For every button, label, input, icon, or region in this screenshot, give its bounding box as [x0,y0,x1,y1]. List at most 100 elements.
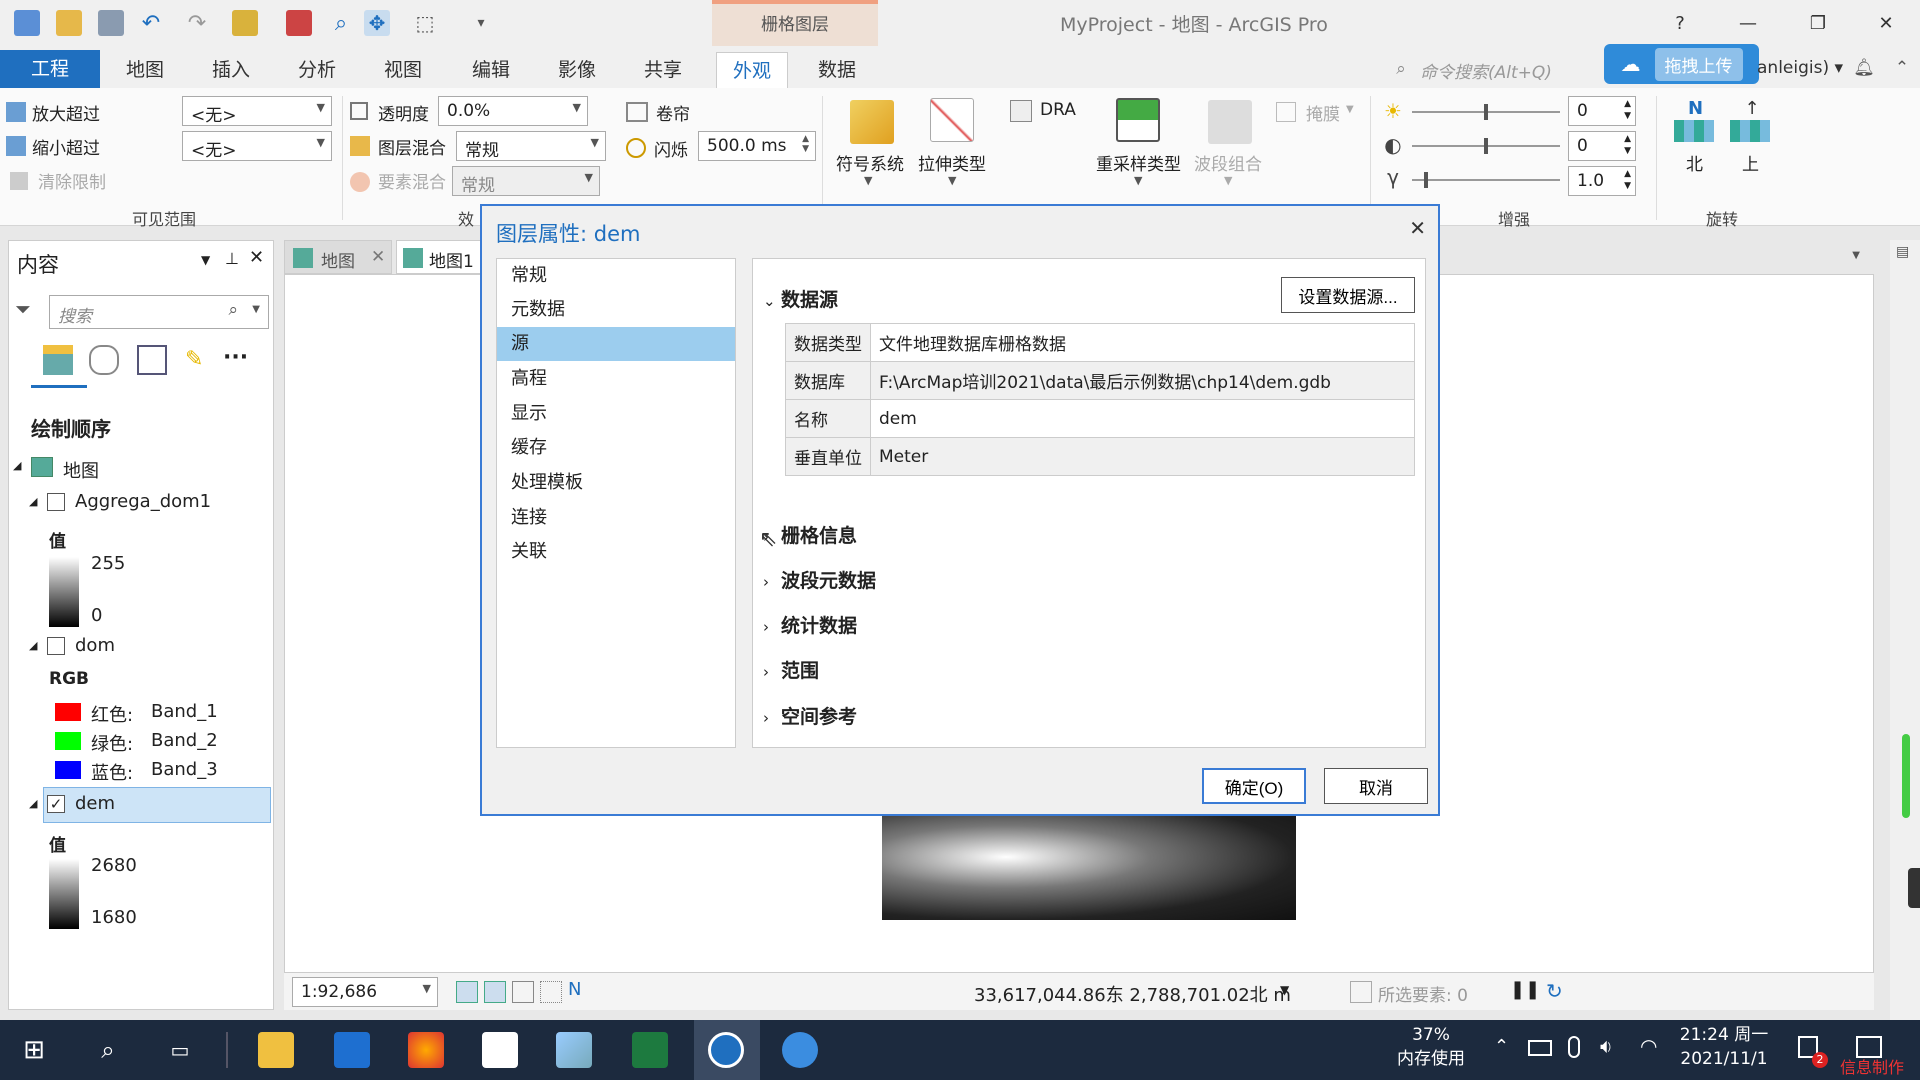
command-search-input[interactable]: 命令搜索(Alt+Q) [1420,52,1630,86]
collapse-icon[interactable]: ◢ [29,797,37,810]
redo-icon[interactable]: ↷ [184,10,210,36]
stretch-type-button[interactable]: 拉伸类型 [918,150,986,175]
clock-date[interactable]: 2021/11/1 [1664,1048,1784,1070]
flicker-interval-stepper[interactable]: 500.0 ms ▲ ▼ [698,131,816,161]
open-project-icon[interactable] [56,10,82,36]
nav-general[interactable]: 常规 [497,259,735,293]
close-window-button[interactable]: ✕ [1866,8,1906,38]
layer-visibility-checkbox[interactable] [47,493,65,511]
show-desktop-icon[interactable] [1856,1036,1882,1058]
nav-relates[interactable]: 关联 [497,535,735,569]
tray-overflow-icon[interactable]: ⌃ [1494,1036,1509,1057]
list-by-source-icon[interactable] [89,345,119,375]
band-combination-button[interactable]: 波段组合 [1194,150,1262,175]
swipe-button[interactable]: 卷帘 [656,100,690,125]
spatial-reference-section[interactable]: › 空间参考 [763,702,857,729]
layer-blend-select[interactable]: 常规 ▼ [456,131,606,161]
app-icon[interactable] [556,1032,592,1068]
volume-icon[interactable]: 🔉︎ [1600,1034,1613,1058]
nav-display[interactable]: 显示 [497,397,735,431]
customize-qat-icon[interactable]: ▾ [468,10,494,36]
refresh-icon[interactable]: ↻ [1546,979,1563,1003]
clock-time[interactable]: 21:24 周一 [1664,1024,1784,1046]
tab-project[interactable]: 工程 [0,50,100,88]
gamma-slider[interactable] [1412,179,1560,181]
ok-button[interactable]: 确定(O) [1202,768,1306,804]
close-icon[interactable]: ✕ [1409,216,1426,240]
contrast-input[interactable]: 0 ▲ ▼ [1568,131,1636,161]
band-metadata-section[interactable]: › 波段元数据 [763,566,876,593]
map-node[interactable]: 地图 [63,457,99,483]
ribbon-collapse-icon[interactable]: ⌃ [1892,56,1912,80]
scale-select[interactable]: 1:92,686 ▼ [292,977,438,1007]
tab-overflow-icon[interactable]: ▼ [1852,250,1860,261]
collapse-icon[interactable]: ◢ [29,495,37,508]
tab-share[interactable]: 共享 [628,52,698,88]
gamma-slider-thumb[interactable] [1424,172,1428,188]
tab-insert[interactable]: 插入 [196,52,266,88]
dra-toggle[interactable]: DRA [1040,100,1076,120]
zoom-in-beyond-label[interactable]: 放大超过 [32,100,100,125]
battery-icon[interactable] [1528,1040,1552,1056]
pause-drawing-icon[interactable]: ❚❚ [1510,979,1540,1000]
feature-blend-select[interactable]: 常规 ▼ [452,166,600,196]
firefox-icon[interactable] [408,1032,444,1068]
tab-appearance[interactable]: 外观 [716,52,789,88]
rotate-up-button[interactable]: 上 [1742,150,1759,175]
collapse-icon[interactable]: ◢ [13,459,21,472]
select-icon[interactable]: ⬚ [412,10,438,36]
file-explorer-icon[interactable] [258,1032,294,1068]
tab-edit[interactable]: 编辑 [456,52,526,88]
extent-section[interactable]: › 范围 [763,656,819,683]
clear-limits-label[interactable]: 清除限制 [38,168,106,193]
windows-start-icon[interactable]: ⊞ [18,1034,50,1066]
layer-visibility-checkbox[interactable] [47,637,65,655]
toolbox-icon[interactable] [286,10,312,36]
map1-tab[interactable]: 地图1 [396,240,482,274]
upload-button[interactable]: ☁ 拖拽上传 [1604,44,1759,84]
zoom-icon[interactable]: ⌕ [328,10,354,36]
notification-bell-icon[interactable]: 🔔︎ [1852,56,1876,80]
tab-analysis[interactable]: 分析 [282,52,352,88]
nav-elevation[interactable]: 高程 [497,362,735,396]
pin-icon[interactable]: ⊥ [225,249,239,268]
map-tab[interactable]: 地图 ✕ [284,240,392,274]
pane-menu-icon[interactable]: ▼ [201,253,210,267]
nav-joins[interactable]: 连接 [497,501,735,535]
save-project-icon[interactable] [98,10,124,36]
zoom-in-beyond-select[interactable]: <无> ▼ [182,96,332,126]
gamma-input[interactable]: 1.0 ▲ ▼ [1568,166,1636,196]
constraints-icon[interactable] [540,981,562,1003]
tab-view[interactable]: 视图 [368,52,438,88]
fixed-zoom-icon[interactable] [456,981,478,1003]
list-by-selection-icon[interactable] [137,345,167,375]
contrast-slider-thumb[interactable] [1484,138,1488,154]
brightness-slider-thumb[interactable] [1484,104,1488,120]
tab-data[interactable]: 数据 [802,52,872,88]
transparency-select[interactable]: 0.0% ▼ [438,96,588,126]
resample-type-button[interactable]: 重采样类型 [1096,150,1181,175]
brightness-input[interactable]: 0 ▲ ▼ [1568,96,1636,126]
list-by-drawing-order-icon[interactable] [43,345,73,375]
help-button[interactable]: ? [1660,8,1700,38]
explore-icon[interactable]: ✥ [364,10,390,36]
coordinate-format-icon[interactable]: ▼ [1280,983,1289,997]
snapping-icon[interactable] [484,981,506,1003]
nav-metadata[interactable]: 元数据 [497,293,735,327]
wifi-icon[interactable]: ◠ [1640,1034,1657,1058]
restore-button[interactable]: ❐ [1798,8,1838,38]
close-icon[interactable]: ✕ [249,247,264,268]
filter-icon[interactable]: ⏷ [15,297,31,321]
video-app-icon[interactable] [334,1032,370,1068]
undo-icon[interactable]: ↶ [138,10,164,36]
tab-map[interactable]: 地图 [110,52,180,88]
add-data-icon[interactable] [232,10,258,36]
layer-visibility-checkbox[interactable]: ✓ [47,795,65,813]
collapse-icon[interactable]: ◢ [29,639,37,652]
help-app-icon[interactable] [782,1032,818,1068]
side-handle[interactable] [1908,868,1920,908]
close-icon[interactable]: ✕ [371,247,385,267]
catalog-dock-icon[interactable]: ▤ [1896,244,1909,260]
set-data-source-button[interactable]: 设置数据源... [1281,277,1415,313]
list-by-editing-icon[interactable]: ✎ [185,347,203,372]
